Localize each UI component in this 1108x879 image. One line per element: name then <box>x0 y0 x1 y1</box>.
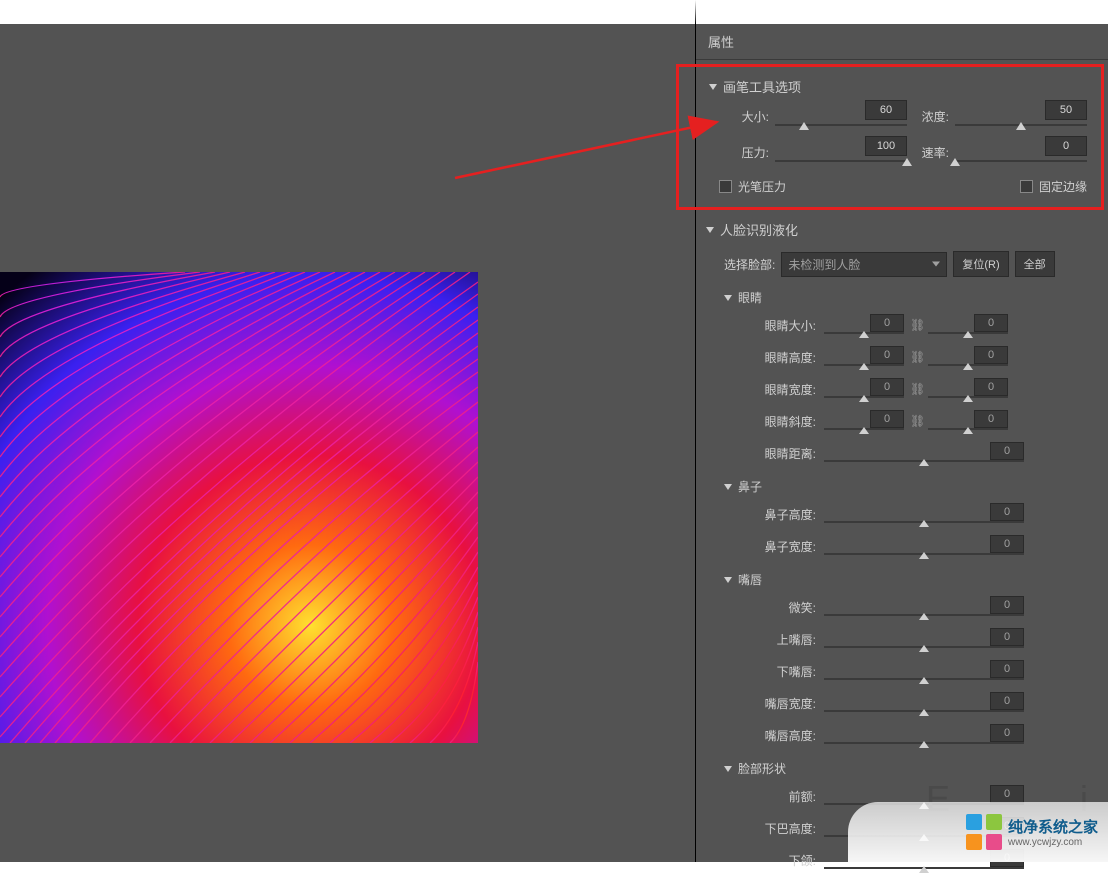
nose-height-slider[interactable]: 0 <box>824 503 1024 525</box>
nose-height-label: 鼻子高度: <box>756 506 816 523</box>
eye-tilt-left-slider[interactable]: 0 <box>824 410 904 432</box>
upper-lip-slider[interactable]: 0 <box>824 628 1024 650</box>
link-icon[interactable]: ⛓ <box>910 382 922 396</box>
eye-size-right-slider[interactable]: 0 <box>928 314 1008 336</box>
eye-height-right-slider[interactable]: 0 <box>928 346 1008 368</box>
density-label: 浓度: <box>907 108 949 125</box>
brush-options-header[interactable]: 画笔工具选项 <box>699 71 1097 102</box>
face-shape-header[interactable]: 脸部形状 <box>696 754 1108 783</box>
density-slider[interactable]: 50 <box>955 106 1087 126</box>
density-value[interactable]: 50 <box>1045 100 1087 120</box>
eye-tilt-label: 眼睛斜度: <box>756 413 816 430</box>
disclosure-icon <box>724 766 732 772</box>
eye-height-left-slider[interactable]: 0 <box>824 346 904 368</box>
smile-slider[interactable]: 0 <box>824 596 1024 618</box>
mouth-height-label: 嘴唇高度: <box>756 727 816 744</box>
mouth-title: 嘴唇 <box>738 571 762 588</box>
pin-edge-label: 固定边缘 <box>1039 178 1087 195</box>
rate-value[interactable]: 0 <box>1045 136 1087 156</box>
pressure-label: 压力: <box>727 144 769 161</box>
link-icon[interactable]: ⛓ <box>910 350 922 364</box>
eye-width-label: 眼睛宽度: <box>756 381 816 398</box>
eyes-header[interactable]: 眼睛 <box>696 283 1108 312</box>
disclosure-icon <box>724 484 732 490</box>
mouth-height-slider[interactable]: 0 <box>824 724 1024 746</box>
mouth-width-label: 嘴唇宽度: <box>756 695 816 712</box>
face-dropdown[interactable]: 未检测到人脸 <box>781 252 947 277</box>
watermark-sub: www.ycwjzy.com <box>1008 837 1098 848</box>
panel-title: 属性 <box>696 24 1108 60</box>
face-liquify-header[interactable]: 人脸识别液化 <box>696 214 1108 245</box>
pen-pressure-label: 光笔压力 <box>738 178 786 195</box>
face-shape-title: 脸部形状 <box>738 760 786 777</box>
face-liquify-title: 人脸识别液化 <box>720 220 798 239</box>
eye-width-right-slider[interactable]: 0 <box>928 378 1008 400</box>
nose-width-slider[interactable]: 0 <box>824 535 1024 557</box>
disclosure-icon <box>724 577 732 583</box>
lower-lip-slider[interactable]: 0 <box>824 660 1024 682</box>
smile-label: 微笑: <box>756 599 816 616</box>
pen-pressure-checkbox[interactable] <box>719 180 732 193</box>
brush-options-title: 画笔工具选项 <box>723 77 801 96</box>
pin-edge-checkbox[interactable] <box>1020 180 1033 193</box>
watermark: 纯净系统之家 www.ycwjzy.com <box>848 802 1108 862</box>
nose-width-label: 鼻子宽度: <box>756 538 816 555</box>
eye-tilt-right-slider[interactable]: 0 <box>928 410 1008 432</box>
canvas-area[interactable] <box>0 0 695 862</box>
mouth-width-slider[interactable]: 0 <box>824 692 1024 714</box>
reset-button[interactable]: 复位(R) <box>953 251 1008 277</box>
preview-image <box>0 272 478 743</box>
forehead-label: 前额: <box>756 788 816 805</box>
nose-header[interactable]: 鼻子 <box>696 472 1108 501</box>
size-slider[interactable]: 60 <box>775 106 907 126</box>
link-icon[interactable]: ⛓ <box>910 414 922 428</box>
pressure-slider[interactable]: 100 <box>775 142 907 162</box>
eye-size-left-slider[interactable]: 0 <box>824 314 904 336</box>
eye-size-label: 眼睛大小: <box>756 317 816 334</box>
rate-label: 速率: <box>907 144 949 161</box>
nose-title: 鼻子 <box>738 478 762 495</box>
jaw-label: 下颌: <box>756 852 816 869</box>
chin-height-label: 下巴高度: <box>756 820 816 837</box>
size-label: 大小: <box>727 108 769 125</box>
link-icon[interactable]: ⛓ <box>910 318 922 332</box>
eye-width-left-slider[interactable]: 0 <box>824 378 904 400</box>
lower-lip-label: 下嘴唇: <box>756 663 816 680</box>
properties-panel: 属性 画笔工具选项 大小: 60 浓度: 50 <box>695 0 1108 862</box>
upper-lip-label: 上嘴唇: <box>756 631 816 648</box>
highlighted-brush-options: 画笔工具选项 大小: 60 浓度: 50 <box>676 64 1104 210</box>
eye-height-label: 眼睛高度: <box>756 349 816 366</box>
disclosure-icon <box>709 84 717 90</box>
pressure-value[interactable]: 100 <box>865 136 907 156</box>
disclosure-icon <box>724 295 732 301</box>
rate-slider[interactable]: 0 <box>955 142 1087 162</box>
all-button[interactable]: 全部 <box>1015 251 1055 277</box>
disclosure-icon <box>706 227 714 233</box>
watermark-main: 纯净系统之家 <box>1008 816 1098 837</box>
mouth-header[interactable]: 嘴唇 <box>696 565 1108 594</box>
eyes-title: 眼睛 <box>738 289 762 306</box>
size-value[interactable]: 60 <box>865 100 907 120</box>
select-face-label: 选择脸部: <box>724 256 775 273</box>
watermark-logo-icon <box>966 814 1002 850</box>
eye-distance-label: 眼睛距离: <box>756 445 816 462</box>
eye-distance-slider[interactable]: 0 <box>824 442 1024 464</box>
